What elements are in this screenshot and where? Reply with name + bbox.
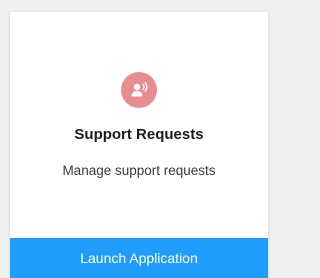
card-title: Support Requests (74, 126, 204, 143)
person-speaking-icon (129, 81, 149, 99)
card-description: Manage support requests (62, 163, 216, 178)
app-icon-badge (121, 72, 157, 108)
launch-application-button[interactable]: Launch Application (10, 238, 268, 278)
support-requests-card: Support Requests Manage support requests… (10, 12, 268, 278)
